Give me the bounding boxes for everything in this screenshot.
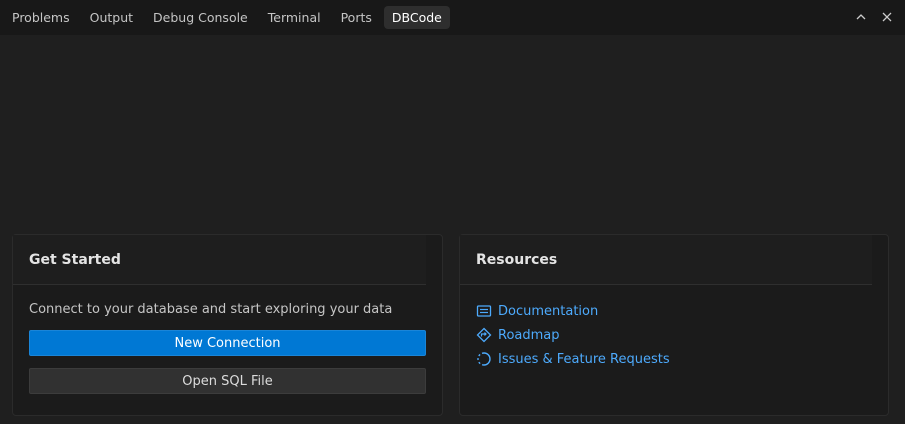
tab-debug-console[interactable]: Debug Console xyxy=(145,6,256,29)
issues-icon xyxy=(476,351,492,367)
tab-dbcode[interactable]: DBCode xyxy=(383,6,450,29)
get-started-title: Get Started xyxy=(29,251,121,268)
tab-output[interactable]: Output xyxy=(82,6,141,29)
roadmap-link-label: Roadmap xyxy=(498,327,560,343)
resources-title: Resources xyxy=(476,251,558,268)
issues-link-label: Issues & Feature Requests xyxy=(498,351,670,367)
close-icon xyxy=(882,12,892,22)
tab-terminal[interactable]: Terminal xyxy=(260,6,329,29)
book-icon xyxy=(476,303,492,319)
issues-link[interactable]: Issues & Feature Requests xyxy=(476,347,872,371)
tab-problems[interactable]: Problems xyxy=(4,6,78,29)
roadmap-link[interactable]: Roadmap xyxy=(476,323,872,347)
get-started-header: Get Started xyxy=(13,235,426,285)
get-started-description: Connect to your database and start explo… xyxy=(29,302,393,317)
open-sql-file-button[interactable]: Open SQL File xyxy=(29,368,426,394)
documentation-link[interactable]: Documentation xyxy=(476,299,872,323)
resources-link-list: Documentation Roadmap Issues & Feature R… xyxy=(460,285,888,371)
get-started-body: Connect to your database and start explo… xyxy=(13,285,442,394)
resources-card: Resources Documentation Roadmap Issues &… xyxy=(459,234,889,416)
resources-header: Resources xyxy=(460,235,872,285)
panel-controls xyxy=(851,7,897,27)
roadmap-icon xyxy=(476,327,492,343)
new-connection-button[interactable]: New Connection xyxy=(29,330,426,356)
get-started-card: Get Started Connect to your database and… xyxy=(12,234,443,416)
panel-tab-bar: Problems Output Debug Console Terminal P… xyxy=(0,0,905,35)
maximize-panel-button[interactable] xyxy=(851,7,871,27)
chevron-up-icon xyxy=(856,14,866,20)
documentation-link-label: Documentation xyxy=(498,303,599,319)
close-panel-button[interactable] xyxy=(877,7,897,27)
tab-ports[interactable]: Ports xyxy=(333,6,380,29)
